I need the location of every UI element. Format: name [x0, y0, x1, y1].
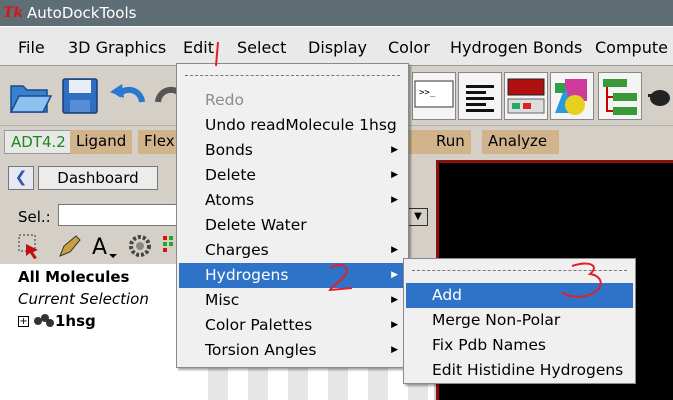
hydrogens-menu-edit-histidine[interactable]: Edit Histidine Hydrogens [406, 358, 633, 383]
svg-text:>>_: >>_ [419, 88, 436, 98]
submenu-arrow-icon: ▶ [391, 145, 398, 155]
hydrogens-menu-merge-non-polar[interactable]: Merge Non-Polar [406, 308, 633, 333]
menu-3d-graphics[interactable]: 3D Graphics [68, 38, 166, 57]
tree-icon [603, 79, 637, 115]
terminal-button[interactable]: >>_ [412, 72, 456, 120]
tab-hidden [408, 130, 430, 154]
tab-ligand[interactable]: Ligand [70, 130, 133, 154]
edit-menu-hydrogens[interactable]: Hydrogens ▶ [179, 263, 406, 288]
edit-menu-delete[interactable]: Delete ▶ [179, 163, 406, 188]
font-a-icon[interactable]: A [90, 232, 118, 260]
edit-menu-charges[interactable]: Charges ▶ [179, 238, 406, 263]
submenu-arrow-icon: ▶ [391, 195, 398, 205]
tab-analyze[interactable]: Analyze [482, 130, 560, 154]
save-icon[interactable] [58, 74, 102, 118]
menu-color[interactable]: Color [388, 38, 430, 57]
selection-label: Sel.: [18, 208, 51, 226]
tree-molecule-row[interactable]: + 1hsg [18, 312, 96, 330]
chevron-down-icon: ▼ [414, 211, 422, 222]
submenu-tearoff[interactable] [412, 270, 627, 271]
tab-adt[interactable]: ADT4.2 [4, 130, 73, 154]
menu-tearoff[interactable] [185, 75, 400, 76]
terminal-icon: >>_ [414, 80, 454, 108]
dashboard-button[interactable]: Dashboard [38, 166, 158, 190]
edit-menu-misc[interactable]: Misc ▶ [179, 288, 406, 313]
submenu-arrow-icon: ▶ [391, 170, 398, 180]
edit-menu-color-palettes[interactable]: Color Palettes ▶ [179, 313, 406, 338]
stripe-background [208, 368, 434, 400]
menu-edit[interactable]: Edit [183, 38, 214, 57]
submenu-arrow-icon: ▶ [391, 320, 398, 330]
collapse-button[interactable]: ❮ [8, 166, 34, 190]
edit-menu-undo[interactable]: Undo readMolecule 1hsg [179, 113, 406, 138]
menu-select[interactable]: Select [237, 38, 286, 57]
app-logo: Tk [2, 5, 24, 21]
tree-molecule-label: 1hsg [55, 312, 96, 330]
edit-menu-torsion-angles[interactable]: Torsion Angles ▶ [179, 338, 406, 363]
hydrogens-menu-fix-pdb-names[interactable]: Fix Pdb Names [406, 333, 633, 358]
glasses-icon[interactable] [648, 74, 673, 118]
edit-menu-bonds[interactable]: Bonds ▶ [179, 138, 406, 163]
edit-menu-redo: Redo [205, 91, 244, 109]
pencil-icon[interactable] [56, 232, 84, 260]
text-align-button[interactable] [458, 72, 502, 120]
submenu-arrow-icon: ▶ [391, 345, 398, 355]
menu-compute[interactable]: Compute [595, 38, 668, 57]
panel-icon [507, 78, 545, 114]
selection-dropdown-button[interactable]: ▼ [408, 208, 428, 226]
shapes-icon [555, 79, 587, 115]
window-title: AutoDockTools [27, 4, 137, 22]
panel-button[interactable] [504, 72, 548, 120]
tab-run[interactable]: Run [430, 130, 471, 154]
shapes-button[interactable] [550, 72, 594, 120]
title-bar: Tk AutoDockTools [0, 0, 673, 26]
menu-display[interactable]: Display [308, 38, 367, 57]
select-hand-icon[interactable] [16, 232, 44, 260]
chevron-left-icon: ❮ [14, 168, 28, 186]
edit-menu-atoms[interactable]: Atoms ▶ [179, 188, 406, 213]
menu-hydrogen-bonds[interactable]: Hydrogen Bonds [450, 38, 582, 57]
open-folder-icon[interactable] [8, 74, 52, 118]
tree-all-molecules[interactable]: All Molecules [18, 268, 129, 286]
submenu-arrow-icon: ▶ [391, 245, 398, 255]
undo-arrow-icon[interactable] [106, 74, 150, 118]
hydrogens-menu-add[interactable]: Add [406, 283, 633, 308]
molecule-icon [34, 314, 54, 327]
tree-button[interactable] [598, 72, 642, 120]
submenu-arrow-icon: ▶ [391, 270, 398, 280]
hydrogens-submenu: Add Merge Non-Polar Fix Pdb Names Edit H… [403, 258, 636, 384]
menu-bar: File 3D Graphics Edit Select Display Col… [0, 26, 673, 66]
submenu-arrow-icon: ▶ [391, 295, 398, 305]
svg-text:A: A [92, 235, 107, 260]
menu-file[interactable]: File [18, 38, 45, 57]
gear-icon[interactable] [126, 232, 154, 260]
tree-current-selection[interactable]: Current Selection [18, 290, 149, 308]
edit-menu: Redo Undo readMolecule 1hsg Bonds ▶ Delet… [176, 63, 409, 368]
expand-icon[interactable]: + [18, 315, 29, 327]
edit-menu-delete-water[interactable]: Delete Water [179, 213, 406, 238]
text-align-icon [466, 85, 494, 112]
